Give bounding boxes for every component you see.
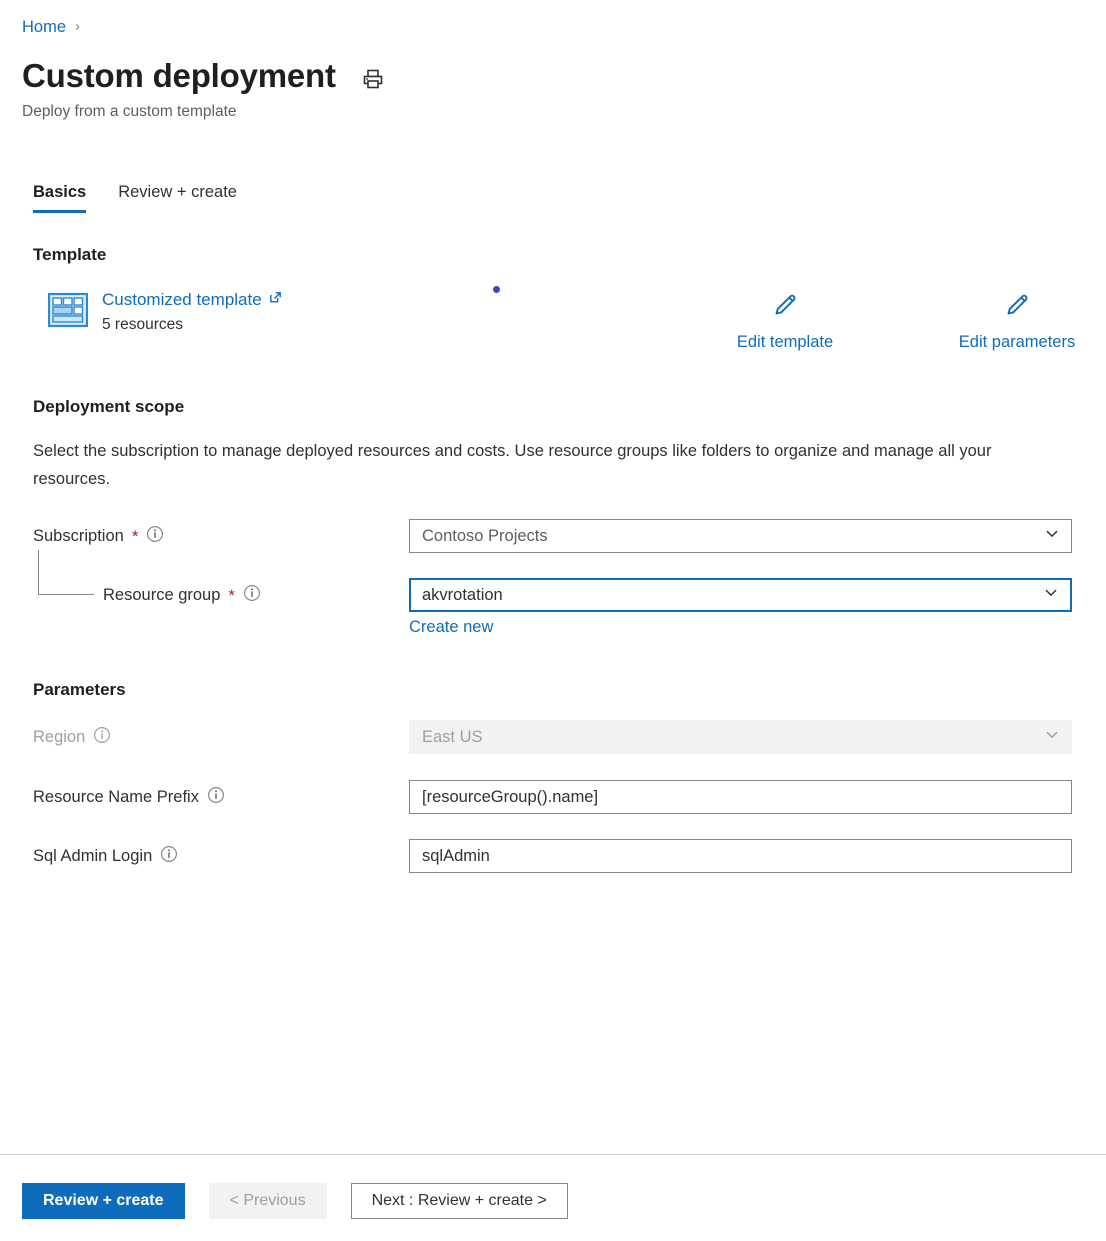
tab-review-create[interactable]: Review + create bbox=[118, 180, 237, 213]
page-title-row: Custom deployment bbox=[22, 54, 386, 98]
edit-template-label: Edit template bbox=[737, 331, 833, 353]
previous-button: < Previous bbox=[209, 1183, 327, 1219]
review-create-button[interactable]: Review + create bbox=[22, 1183, 185, 1219]
sql-admin-login-label: Sql Admin Login bbox=[33, 839, 178, 873]
region-label: Region bbox=[33, 720, 111, 754]
template-resource-count: 5 resources bbox=[102, 314, 283, 336]
chevron-down-icon bbox=[1043, 585, 1059, 606]
pencil-icon bbox=[770, 290, 800, 325]
print-icon[interactable] bbox=[360, 66, 386, 92]
resource-group-label: Resource group * bbox=[103, 578, 261, 612]
info-icon[interactable] bbox=[146, 525, 164, 548]
subscription-control: Contoso Projects bbox=[409, 519, 1072, 553]
required-marker: * bbox=[132, 528, 139, 545]
info-icon[interactable] bbox=[207, 786, 225, 809]
region-select: East US bbox=[409, 720, 1072, 754]
customized-template-label: Customized template bbox=[102, 288, 262, 312]
chevron-down-icon bbox=[1044, 526, 1060, 547]
resource-group-row: Resource group * akvrotation Create bbox=[33, 578, 1073, 612]
region-control: East US bbox=[409, 720, 1072, 754]
footer-divider bbox=[0, 1154, 1106, 1155]
chevron-right-icon: › bbox=[75, 16, 80, 38]
resource-name-prefix-row: Resource Name Prefix [resourceGroup().na… bbox=[33, 780, 1073, 814]
resource-group-select[interactable]: akvrotation bbox=[409, 578, 1072, 612]
resource-name-prefix-label-text: Resource Name Prefix bbox=[33, 788, 199, 807]
resource-name-prefix-input[interactable]: [resourceGroup().name] bbox=[409, 780, 1072, 814]
customized-template-link[interactable]: Customized template bbox=[102, 288, 283, 312]
template-edit-actions: Edit template Edit parameters bbox=[700, 290, 1102, 353]
subscription-row: Subscription * Contoso Projects bbox=[33, 519, 1073, 553]
edit-parameters-button[interactable]: Edit parameters bbox=[932, 290, 1102, 353]
info-icon[interactable] bbox=[93, 726, 111, 749]
resource-name-prefix-value: [resourceGroup().name] bbox=[422, 788, 598, 807]
status-dot bbox=[493, 286, 500, 293]
edit-template-button[interactable]: Edit template bbox=[700, 290, 870, 353]
breadcrumb-home-link[interactable]: Home bbox=[22, 16, 66, 38]
subscription-label-text: Subscription bbox=[33, 527, 124, 546]
template-text: Customized template 5 resources bbox=[102, 288, 283, 336]
page-title: Custom deployment bbox=[22, 54, 336, 98]
sql-admin-login-row: Sql Admin Login sqlAdmin bbox=[33, 839, 1073, 873]
region-label-text: Region bbox=[33, 728, 85, 747]
template-section-heading: Template bbox=[33, 243, 106, 267]
subscription-value: Contoso Projects bbox=[422, 527, 548, 546]
resource-name-prefix-label: Resource Name Prefix bbox=[33, 780, 225, 814]
tab-list: Basics Review + create bbox=[33, 180, 237, 213]
tab-basics[interactable]: Basics bbox=[33, 180, 86, 213]
next-review-create-button[interactable]: Next : Review + create > bbox=[351, 1183, 568, 1219]
resource-group-label-text: Resource group bbox=[103, 586, 220, 605]
sql-admin-login-value: sqlAdmin bbox=[422, 847, 490, 866]
template-grid-icon bbox=[48, 290, 88, 330]
resource-group-value: akvrotation bbox=[422, 586, 503, 605]
create-new-resource-group-link[interactable]: Create new bbox=[409, 616, 493, 638]
subscription-label: Subscription * bbox=[33, 519, 164, 553]
edit-parameters-label: Edit parameters bbox=[959, 331, 1075, 353]
required-marker: * bbox=[228, 587, 235, 604]
info-icon[interactable] bbox=[243, 584, 261, 607]
region-value: East US bbox=[422, 728, 483, 747]
info-icon[interactable] bbox=[160, 845, 178, 868]
pencil-icon bbox=[1002, 290, 1032, 325]
external-link-icon bbox=[268, 288, 283, 312]
subscription-select[interactable]: Contoso Projects bbox=[409, 519, 1072, 553]
footer-actions: Review + create < Previous Next : Review… bbox=[22, 1183, 568, 1219]
template-summary: Customized template 5 resources bbox=[48, 288, 283, 336]
sql-admin-login-label-text: Sql Admin Login bbox=[33, 847, 152, 866]
breadcrumb: Home › bbox=[22, 16, 80, 38]
resource-group-control: akvrotation bbox=[409, 578, 1072, 612]
page-subtitle: Deploy from a custom template bbox=[22, 101, 237, 123]
deployment-scope-heading: Deployment scope bbox=[33, 395, 184, 419]
custom-deployment-page: Home › Custom deployment Deploy from a c… bbox=[0, 0, 1106, 1241]
parameters-heading: Parameters bbox=[33, 678, 126, 702]
chevron-down-icon bbox=[1044, 727, 1060, 748]
resource-name-prefix-control: [resourceGroup().name] bbox=[409, 780, 1072, 814]
sql-admin-login-control: sqlAdmin bbox=[409, 839, 1072, 873]
sql-admin-login-input[interactable]: sqlAdmin bbox=[409, 839, 1072, 873]
region-row: Region East US bbox=[33, 720, 1073, 754]
deployment-scope-description: Select the subscription to manage deploy… bbox=[33, 437, 1023, 493]
